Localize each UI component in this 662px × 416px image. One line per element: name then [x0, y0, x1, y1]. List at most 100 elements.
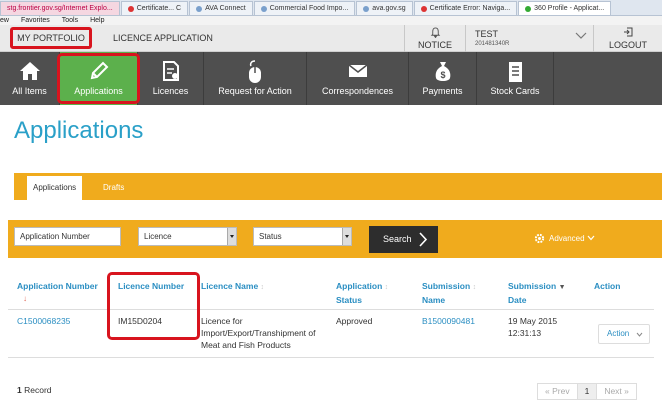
- action-dropdown-button[interactable]: Action: [598, 324, 650, 344]
- page-1-button[interactable]: 1: [576, 383, 598, 400]
- table-header: Application Number ↓ Licence Number Lice…: [8, 276, 654, 310]
- col-licence-name[interactable]: Licence Name ↕: [201, 280, 264, 294]
- nav-licences[interactable]: Licences: [138, 52, 204, 105]
- col-licence-name-label: Licence Name: [201, 281, 259, 291]
- filter-bar: Application Number Licence Status Search…: [8, 220, 662, 258]
- application-tabs: Applications Drafts: [14, 173, 662, 200]
- chevron-right-icon: [419, 232, 428, 247]
- browser-menu-bar: ew Favorites Tools Help: [0, 16, 662, 25]
- browser-tab[interactable]: Certificate Error: Naviga...: [413, 1, 518, 15]
- browser-tab[interactable]: AVA Connect: [189, 1, 253, 15]
- svg-text:$: $: [440, 70, 445, 80]
- sort-icon: ↕: [260, 284, 265, 291]
- prev-page-button[interactable]: « Prev: [537, 383, 578, 400]
- notice-button[interactable]: NOTICE: [404, 25, 465, 52]
- top-bar: MY PORTFOLIO LICENCE APPLICATION NOTICE …: [0, 25, 662, 52]
- pencil-icon: [90, 61, 108, 80]
- browser-tab-label: ava.gov.sg: [372, 5, 406, 12]
- status-select[interactable]: Status: [253, 227, 352, 246]
- licence-application-link[interactable]: LICENCE APPLICATION: [113, 33, 213, 43]
- advanced-search-toggle[interactable]: Advanced: [534, 233, 595, 244]
- col-action-label: Action: [594, 281, 621, 291]
- home-icon: [19, 62, 40, 80]
- menu-favorites[interactable]: Favorites: [21, 16, 50, 25]
- nav-applications[interactable]: Applications: [57, 52, 140, 105]
- page-title: Applications: [14, 117, 144, 144]
- record-count: 1 Record: [17, 385, 52, 395]
- user-menu[interactable]: TEST 201481340R: [465, 25, 594, 52]
- submission-date-line: 19 May 2015: [508, 316, 558, 326]
- logout-icon: [624, 27, 633, 37]
- main-nav: All Items Applications Licences Request …: [0, 52, 662, 105]
- next-page-button[interactable]: Next »: [596, 383, 637, 400]
- logout-label: LOGOUT: [608, 40, 647, 50]
- favicon-icon: [196, 5, 203, 12]
- col-submission-date[interactable]: Submission ▼ Date: [508, 280, 566, 306]
- favicon-icon: [260, 5, 267, 12]
- browser-tab-label: Commercial Food Impo...: [269, 5, 349, 12]
- pagination: « Prev 1 Next »: [537, 383, 637, 400]
- action-label: Action: [607, 329, 630, 338]
- record-count-label: Record: [24, 385, 52, 395]
- browser-tab-label: stg.frontier.gov.sg/Internet Explo...: [7, 5, 113, 12]
- application-number-link[interactable]: C1500068235: [17, 315, 70, 327]
- browser-tab[interactable]: Certificate... C: [120, 1, 189, 15]
- chevron-down-icon: [587, 235, 595, 241]
- licence-select[interactable]: Licence: [138, 227, 237, 246]
- browser-tab-active[interactable]: 360 Profile - Applicat...: [518, 1, 612, 15]
- nav-stock-cards[interactable]: Stock Cards: [477, 52, 554, 105]
- highlight-annotation: [107, 272, 200, 340]
- advanced-label: Advanced: [549, 234, 585, 243]
- col-application-number[interactable]: Application Number ↓: [17, 280, 98, 305]
- tab-drafts[interactable]: Drafts: [97, 176, 130, 200]
- application-number-input[interactable]: Application Number: [14, 227, 121, 246]
- licence-name-line: Meat and Fish Products: [201, 340, 291, 350]
- mouse-icon: [249, 60, 261, 83]
- submission-name-link[interactable]: B1500090481: [422, 315, 475, 327]
- envelope-icon: [348, 64, 367, 77]
- search-button[interactable]: Search: [369, 226, 438, 253]
- browser-tab[interactable]: stg.frontier.gov.sg/Internet Explo...: [0, 1, 120, 15]
- chevron-down-icon: [575, 32, 587, 39]
- nav-label: Request for Action: [218, 86, 292, 96]
- browser-tab[interactable]: Commercial Food Impo...: [253, 1, 356, 15]
- browser-tab-strip: stg.frontier.gov.sg/Internet Explo... Ce…: [0, 0, 662, 16]
- licence-doc-icon: [162, 61, 179, 81]
- sort-icon: ↕: [384, 284, 389, 291]
- nav-all-items[interactable]: All Items: [0, 52, 60, 105]
- money-bag-icon: $: [435, 62, 450, 81]
- tab-applications[interactable]: Applications: [27, 176, 83, 200]
- nav-label: Stock Cards: [490, 86, 540, 96]
- browser-tab[interactable]: ava.gov.sg: [356, 1, 413, 15]
- licence-name-line: Import/Export/Transhipment of: [201, 328, 316, 338]
- record-count-number: 1: [17, 385, 22, 395]
- nav-correspondences[interactable]: Correspondences: [307, 52, 409, 105]
- nav-label: Licences: [152, 86, 189, 96]
- col-application-status-label: Status: [336, 295, 362, 305]
- gear-icon: [534, 233, 545, 244]
- col-submission-date-label: Submission: [508, 281, 557, 291]
- bell-icon: [430, 27, 441, 38]
- licence-select-value: Licence: [144, 232, 172, 241]
- col-application-number-label: Application Number: [17, 281, 98, 291]
- nav-label: All Items: [12, 86, 47, 96]
- logout-button[interactable]: LOGOUT: [594, 25, 662, 52]
- col-application-status[interactable]: Application ↕ Status: [336, 280, 388, 306]
- browser-tab-label: Certificate... C: [136, 5, 182, 12]
- my-portfolio-link[interactable]: MY PORTFOLIO: [10, 27, 92, 49]
- menu-view[interactable]: ew: [0, 16, 9, 25]
- menu-help[interactable]: Help: [90, 16, 104, 25]
- sort-desc-icon: ▼: [558, 284, 566, 291]
- browser-tab-label: 360 Profile - Applicat...: [534, 5, 605, 12]
- document-icon: [509, 62, 522, 82]
- col-submission-name-label: Name: [422, 295, 446, 305]
- submission-date-line: 12:31:13: [508, 328, 542, 338]
- favicon-icon: [525, 5, 532, 12]
- licence-name-line: Licence for: [201, 316, 243, 326]
- status-select-value: Status: [259, 232, 282, 241]
- nav-payments[interactable]: $ Payments: [409, 52, 477, 105]
- nav-request-for-action[interactable]: Request for Action: [204, 52, 307, 105]
- menu-tools[interactable]: Tools: [62, 16, 78, 25]
- dropdown-arrow-icon: [227, 228, 236, 245]
- col-submission-name[interactable]: Submission ↕ Name: [422, 280, 476, 306]
